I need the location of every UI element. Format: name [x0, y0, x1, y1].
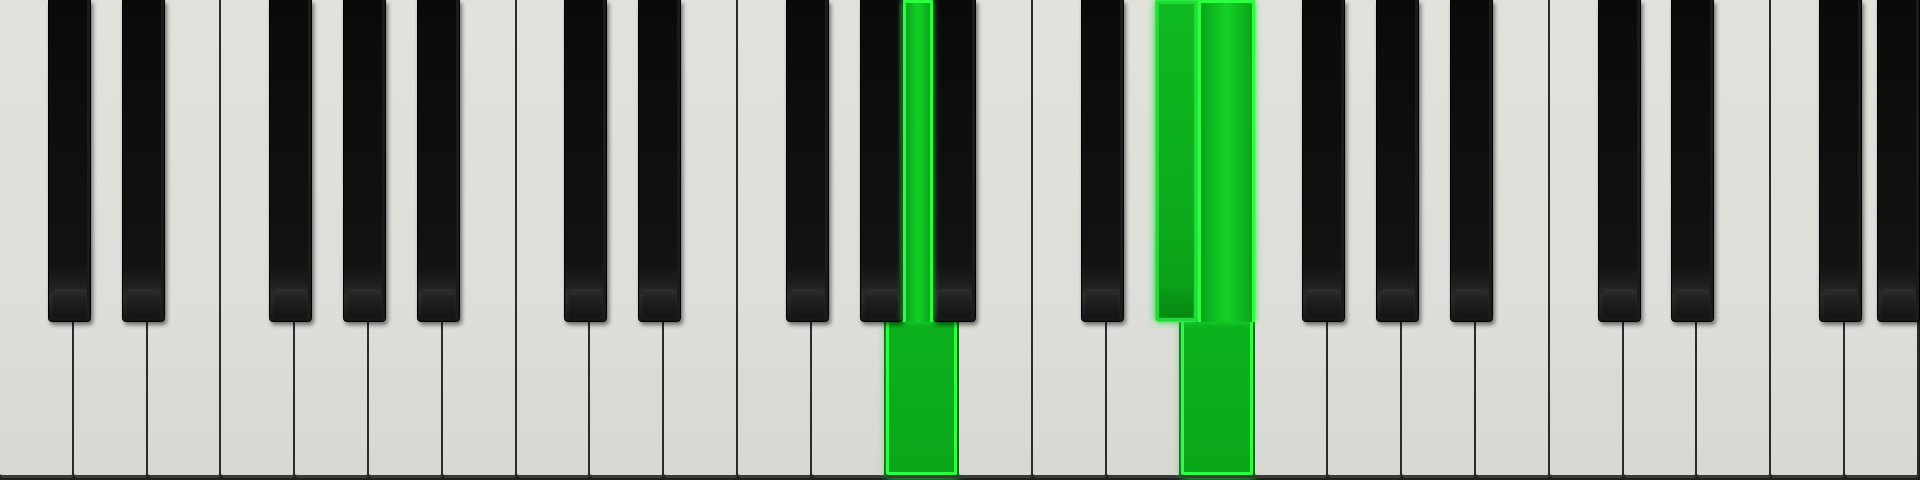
- black-key-7[interactable]: [785, 0, 829, 322]
- black-key-6[interactable]: [638, 0, 682, 322]
- black-key-4[interactable]: [416, 0, 460, 322]
- black-key-5[interactable]: [564, 0, 608, 322]
- black-key-17[interactable]: [1819, 0, 1862, 322]
- black-key-14[interactable]: [1450, 0, 1493, 322]
- active-white-key-highlight-12: [902, 0, 934, 322]
- black-key-13[interactable]: [1376, 0, 1420, 322]
- black-key-3[interactable]: [343, 0, 386, 322]
- black-key-11[interactable]: [1154, 0, 1198, 322]
- black-key-15[interactable]: [1597, 0, 1641, 322]
- black-key-16[interactable]: [1671, 0, 1715, 322]
- black-key-0[interactable]: [47, 0, 91, 322]
- black-key-10[interactable]: [1081, 0, 1124, 322]
- black-key-1[interactable]: [121, 0, 165, 322]
- piano-keyboard: [0, 0, 1920, 480]
- black-key-12[interactable]: [1302, 0, 1346, 322]
- black-key-9[interactable]: [933, 0, 977, 322]
- black-key-2[interactable]: [269, 0, 313, 322]
- black-key-18[interactable]: [1877, 0, 1920, 322]
- active-white-key-highlight-16: [1197, 0, 1255, 322]
- black-key-8[interactable]: [859, 0, 903, 322]
